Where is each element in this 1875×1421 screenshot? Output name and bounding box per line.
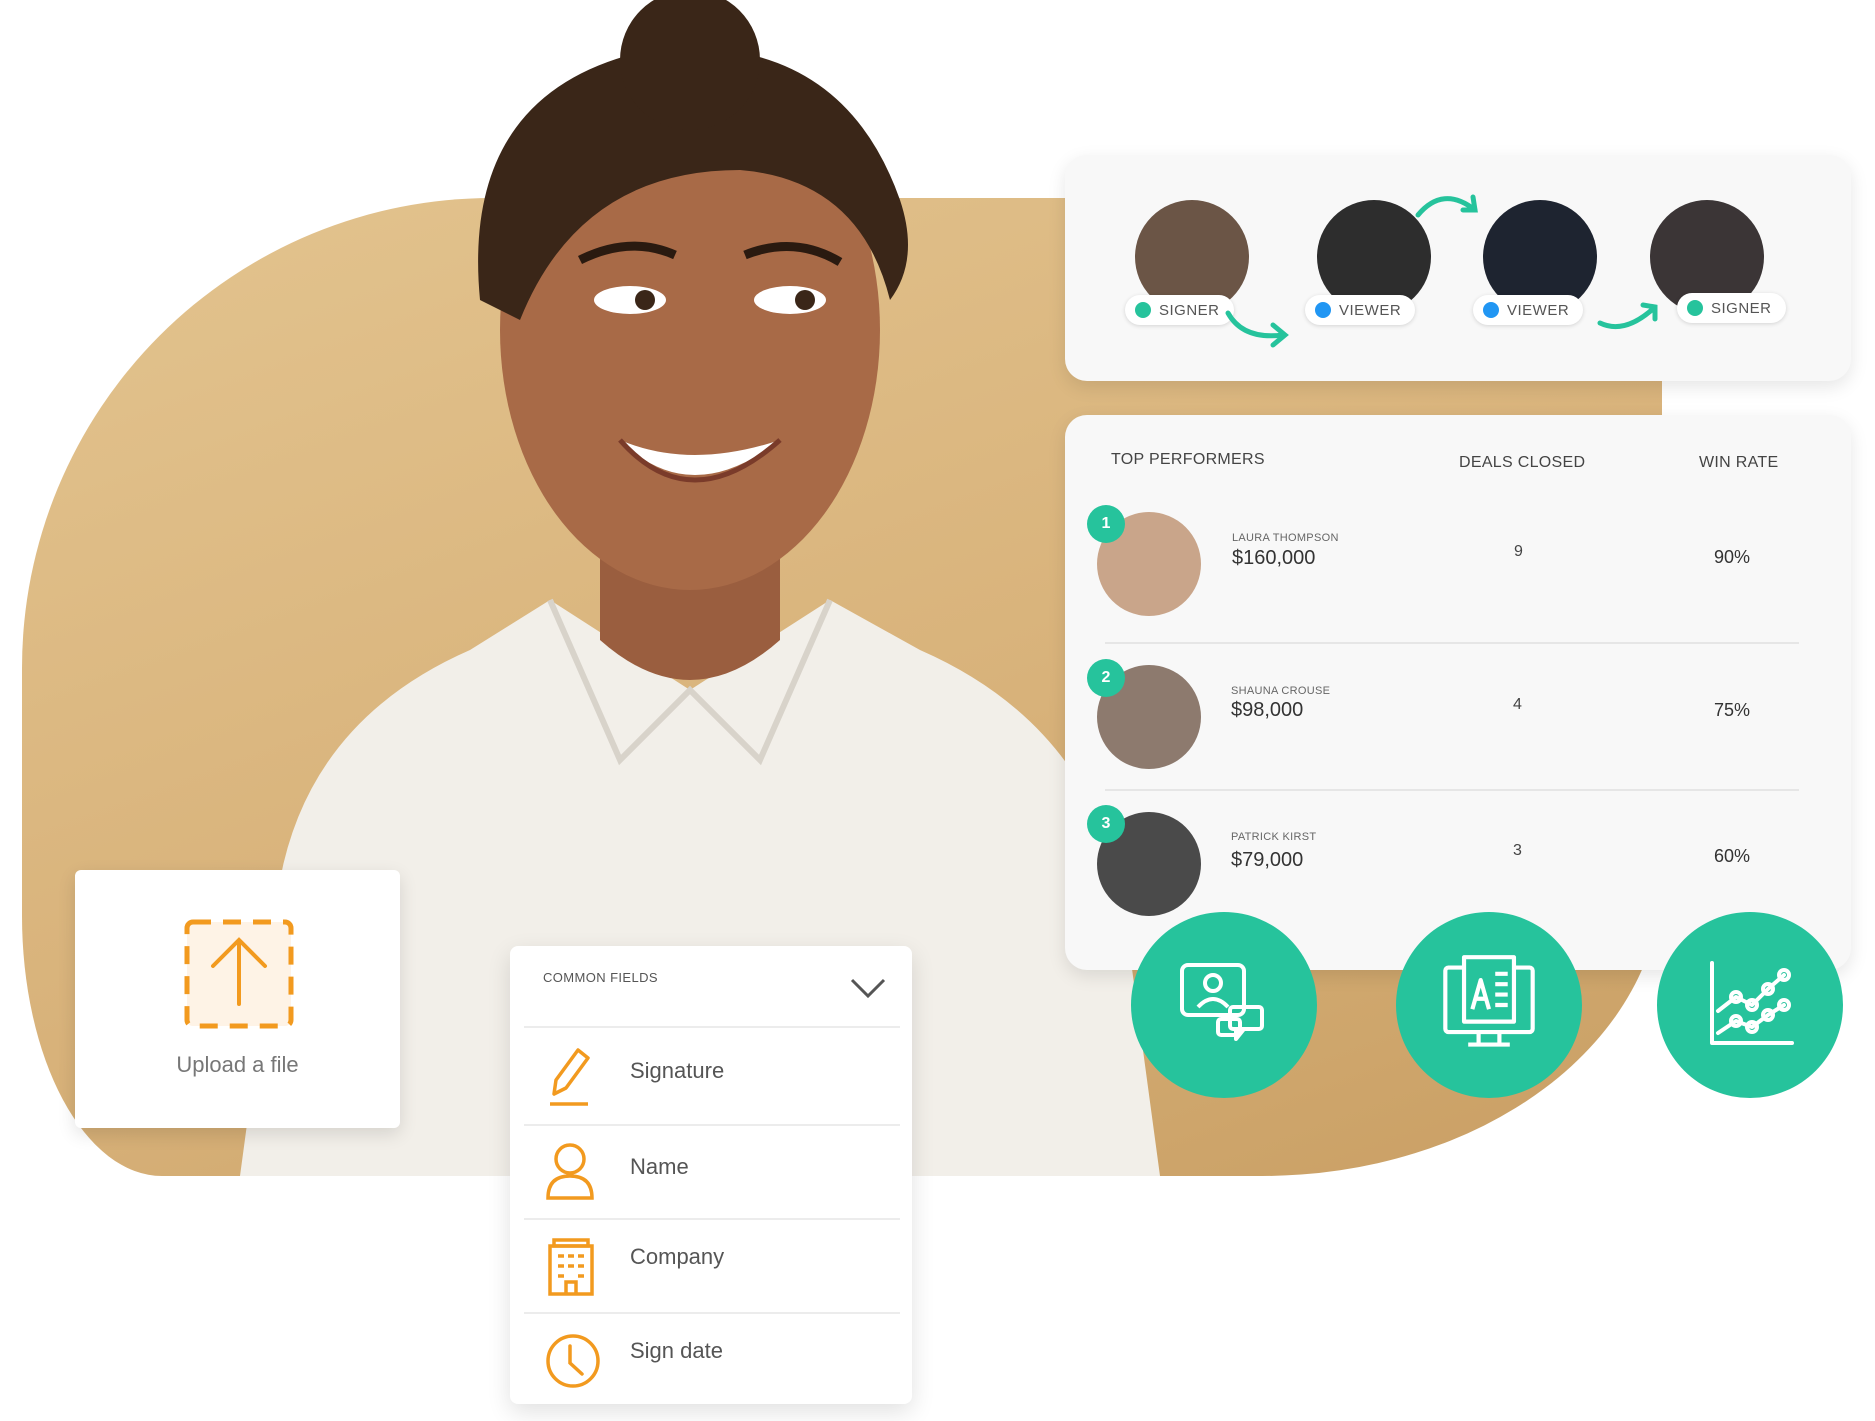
rank-badge: 3 [1087,805,1125,843]
feature-collaboration[interactable] [1131,912,1317,1098]
win-rate-value: 90% [1714,547,1751,567]
status-dot [1483,302,1499,318]
status-dot [1135,302,1151,318]
field-item-company[interactable]: Company [524,1218,900,1312]
pen-icon [550,1048,590,1106]
deals-closed-value: 9 [1514,543,1523,560]
rank-badge: 2 [1087,659,1125,697]
status-dot [1687,300,1703,316]
role-badge: SIGNER [1677,293,1786,323]
feature-analytics[interactable] [1657,912,1843,1098]
field-item-signature[interactable]: Signature [524,1026,900,1124]
top-performers-card: TOP PERFORMERS DEALS CLOSED WIN RATE 1 L… [1065,415,1851,970]
field-item-name[interactable]: Name [524,1124,900,1218]
field-item-sign-date[interactable]: Sign date [524,1312,900,1404]
role-label: VIEWER [1339,301,1402,319]
role-badge: SIGNER [1125,295,1234,325]
upload-arrow-icon [184,919,294,1029]
building-icon [548,1238,594,1296]
status-dot [1315,302,1331,318]
common-fields-panel: COMMON FIELDS Signature Name Company Sig… [510,946,912,1404]
arrow-icon [1415,194,1478,218]
signing-workflow-card: SIGNER VIEWER VIEWER SIGNER [1065,155,1851,381]
win-rate-value: 60% [1714,846,1751,866]
deals-closed-value: 4 [1513,696,1522,713]
common-fields-title: COMMON FIELDS [543,970,658,985]
column-header-win-rate: WIN RATE [1699,454,1779,471]
feature-documents[interactable] [1396,912,1582,1098]
arrow-icon [1225,310,1289,348]
field-label: Sign date [630,1338,723,1363]
row-divider [1105,789,1799,791]
role-badge: VIEWER [1305,295,1416,325]
performer-amount: $160,000 [1232,547,1316,569]
field-label: Name [630,1154,689,1179]
row-divider [1105,642,1799,644]
performer-name: LAURA THOMPSON [1232,532,1339,544]
upload-label: Upload a file [176,1052,299,1077]
arrow-icon [1597,302,1658,330]
role-label: SIGNER [1159,301,1220,319]
document-screen-icon [1443,955,1535,1047]
clock-icon [546,1334,600,1388]
rank-badge: 1 [1087,505,1125,543]
win-rate-value: 75% [1714,700,1751,720]
performer-name: PATRICK KIRST [1231,831,1317,843]
upload-file-card[interactable]: Upload a file [75,870,400,1128]
performer-name: SHAUNA CROUSE [1231,685,1331,697]
performer-amount: $79,000 [1231,849,1304,871]
column-header-top-performers: TOP PERFORMERS [1111,451,1265,468]
line-chart-icon [1710,961,1794,1045]
user-chat-icon [1180,963,1264,1041]
performer-amount: $98,000 [1231,699,1304,721]
chevron-down-icon[interactable] [848,976,888,1002]
column-header-deals-closed: DEALS CLOSED [1459,454,1586,471]
role-badge: VIEWER [1473,295,1584,325]
field-label: Signature [630,1058,725,1083]
person-icon [546,1143,594,1200]
role-label: SIGNER [1711,299,1772,317]
field-label: Company [630,1244,725,1269]
role-label: VIEWER [1507,301,1570,319]
deals-closed-value: 3 [1513,842,1522,859]
